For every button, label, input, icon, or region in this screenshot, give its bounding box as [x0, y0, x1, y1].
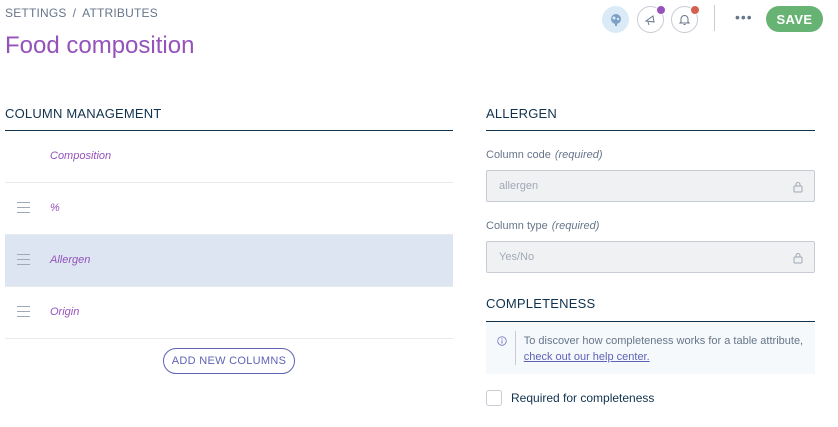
column-label: Allergen	[50, 254, 91, 266]
drag-handle-icon[interactable]	[17, 254, 30, 269]
megaphone-icon	[644, 15, 655, 26]
header-actions: ••• SAVE	[0, 5, 838, 34]
announcements-badge	[656, 5, 666, 15]
column-code-label-text: Column code	[486, 149, 551, 161]
column-row-origin[interactable]: Origin	[5, 287, 453, 339]
save-button[interactable]: SAVE	[766, 6, 823, 32]
column-type-field: Yes/No	[486, 241, 815, 273]
bell-icon	[678, 15, 691, 25]
required-for-completeness-row[interactable]: Required for completeness	[486, 390, 654, 406]
completeness-info-text: To discover how completeness works for a…	[524, 333, 815, 365]
user-avatar-button[interactable]	[602, 6, 629, 33]
column-code-label: Column code (required)	[486, 149, 815, 161]
column-row-composition[interactable]: Composition	[5, 131, 453, 183]
info-text: To discover how completeness works for a…	[523, 335, 804, 347]
column-type-label: Column type (required)	[486, 220, 815, 232]
column-code-value: allergen	[499, 180, 539, 192]
column-row-percent[interactable]: %	[5, 183, 453, 235]
header-divider	[714, 5, 715, 31]
required-for-completeness-label[interactable]: Required for completeness	[511, 391, 654, 405]
allergen-panel: ALLERGEN Column code (required) allergen …	[486, 106, 815, 273]
lock-icon	[793, 182, 803, 193]
required-note: (required)	[554, 149, 603, 161]
notifications-badge	[690, 5, 700, 15]
column-label: Origin	[50, 306, 80, 318]
announcements-button[interactable]	[637, 5, 666, 33]
column-management-section: COLUMN MANAGEMENT Composition % Allergen…	[5, 106, 453, 339]
column-row-allergen[interactable]: Allergen	[5, 235, 453, 287]
allergen-title: ALLERGEN	[486, 106, 815, 131]
completeness-info-box: To discover how completeness works for a…	[486, 322, 815, 374]
page-title: Food composition	[5, 32, 195, 59]
column-type-label-text: Column type	[486, 220, 548, 232]
drag-handle-icon[interactable]	[17, 202, 30, 217]
required-note: (required)	[551, 220, 600, 232]
required-for-completeness-checkbox[interactable]	[486, 390, 502, 406]
more-options-button[interactable]: •••	[735, 10, 753, 24]
column-management-title: COLUMN MANAGEMENT	[5, 106, 453, 131]
lock-icon	[793, 253, 803, 264]
column-type-value: Yes/No	[499, 251, 535, 263]
user-avatar-icon	[610, 13, 621, 26]
info-divider	[514, 331, 516, 365]
add-new-columns-button[interactable]: ADD NEW COLUMNS	[163, 348, 295, 374]
drag-handle-icon[interactable]	[17, 306, 30, 321]
help-center-link[interactable]: check out our help center.	[524, 351, 650, 363]
column-label: Composition	[50, 150, 112, 162]
column-code-field: allergen	[486, 170, 815, 202]
info-icon	[497, 336, 507, 346]
completeness-title: COMPLETENESS	[486, 296, 815, 322]
notifications-button[interactable]	[671, 5, 700, 33]
column-label: %	[50, 202, 60, 214]
